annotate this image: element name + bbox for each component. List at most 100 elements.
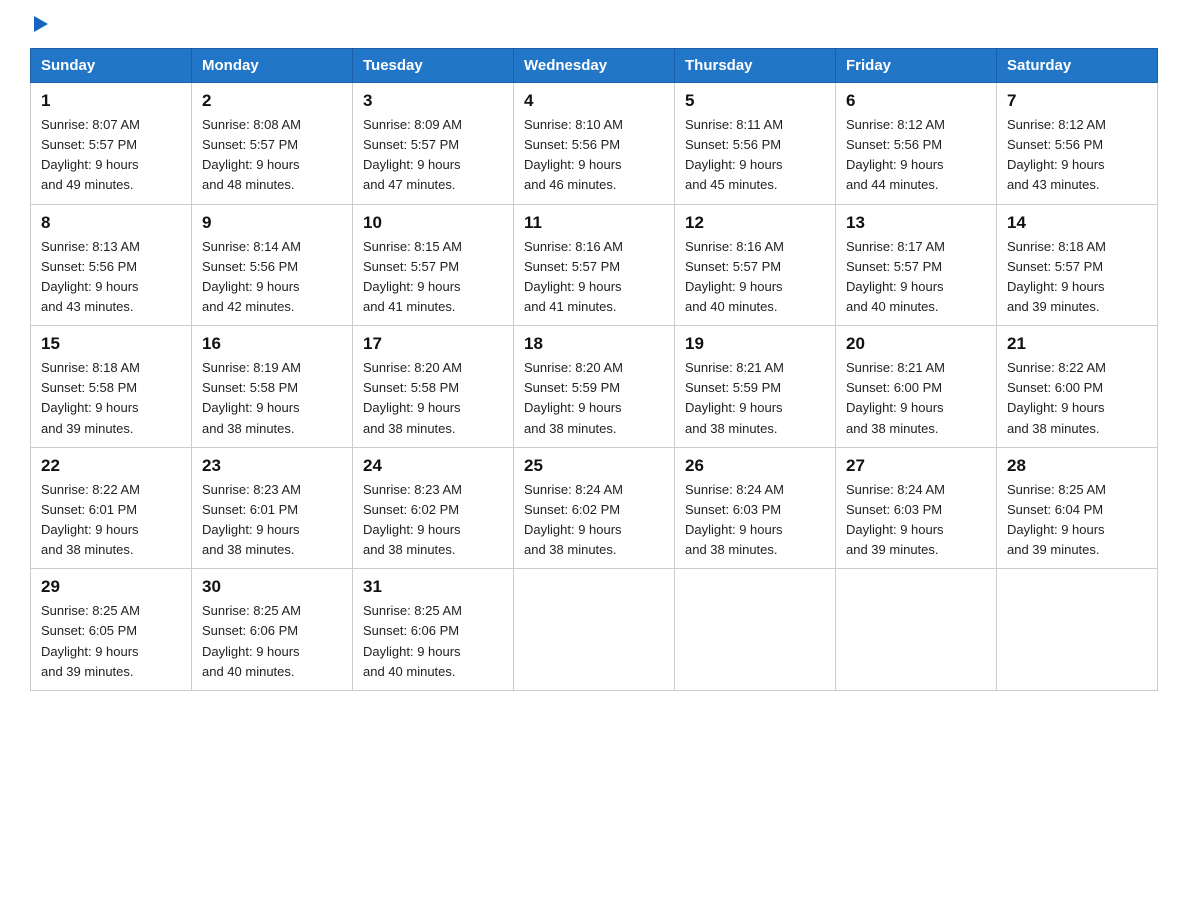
day-info: Sunrise: 8:25 AMSunset: 6:06 PMDaylight:…: [363, 601, 503, 682]
day-number: 21: [1007, 334, 1147, 354]
calendar-cell: 11 Sunrise: 8:16 AMSunset: 5:57 PMDayligh…: [514, 204, 675, 326]
calendar-cell: 27 Sunrise: 8:24 AMSunset: 6:03 PMDayligh…: [836, 447, 997, 569]
calendar-cell: 19 Sunrise: 8:21 AMSunset: 5:59 PMDayligh…: [675, 326, 836, 448]
day-info: Sunrise: 8:14 AMSunset: 5:56 PMDaylight:…: [202, 237, 342, 318]
calendar-cell: 23 Sunrise: 8:23 AMSunset: 6:01 PMDayligh…: [192, 447, 353, 569]
calendar-cell: 30 Sunrise: 8:25 AMSunset: 6:06 PMDayligh…: [192, 569, 353, 691]
day-info: Sunrise: 8:24 AMSunset: 6:03 PMDaylight:…: [685, 480, 825, 561]
logo-arrow-icon: [34, 16, 48, 32]
day-number: 22: [41, 456, 181, 476]
calendar-cell: 17 Sunrise: 8:20 AMSunset: 5:58 PMDayligh…: [353, 326, 514, 448]
day-info: Sunrise: 8:18 AMSunset: 5:57 PMDaylight:…: [1007, 237, 1147, 318]
calendar-cell: 31 Sunrise: 8:25 AMSunset: 6:06 PMDayligh…: [353, 569, 514, 691]
day-number: 29: [41, 577, 181, 597]
day-number: 1: [41, 91, 181, 111]
day-number: 31: [363, 577, 503, 597]
header-tuesday: Tuesday: [353, 49, 514, 83]
calendar-cell: 20 Sunrise: 8:21 AMSunset: 6:00 PMDayligh…: [836, 326, 997, 448]
day-info: Sunrise: 8:09 AMSunset: 5:57 PMDaylight:…: [363, 115, 503, 196]
day-info: Sunrise: 8:17 AMSunset: 5:57 PMDaylight:…: [846, 237, 986, 318]
calendar-cell: 6 Sunrise: 8:12 AMSunset: 5:56 PMDaylight…: [836, 83, 997, 205]
day-info: Sunrise: 8:24 AMSunset: 6:02 PMDaylight:…: [524, 480, 664, 561]
day-info: Sunrise: 8:19 AMSunset: 5:58 PMDaylight:…: [202, 358, 342, 439]
day-number: 12: [685, 213, 825, 233]
day-number: 4: [524, 91, 664, 111]
day-number: 9: [202, 213, 342, 233]
logo: [30, 20, 48, 28]
day-number: 11: [524, 213, 664, 233]
day-info: Sunrise: 8:23 AMSunset: 6:02 PMDaylight:…: [363, 480, 503, 561]
day-info: Sunrise: 8:20 AMSunset: 5:58 PMDaylight:…: [363, 358, 503, 439]
day-info: Sunrise: 8:12 AMSunset: 5:56 PMDaylight:…: [846, 115, 986, 196]
day-number: 6: [846, 91, 986, 111]
calendar-cell: 2 Sunrise: 8:08 AMSunset: 5:57 PMDaylight…: [192, 83, 353, 205]
calendar-cell: 26 Sunrise: 8:24 AMSunset: 6:03 PMDayligh…: [675, 447, 836, 569]
calendar-cell: 13 Sunrise: 8:17 AMSunset: 5:57 PMDayligh…: [836, 204, 997, 326]
calendar-cell: 10Sunrise: 8:15 AMSunset: 5:57 PMDayligh…: [353, 204, 514, 326]
day-number: 17: [363, 334, 503, 354]
day-number: 30: [202, 577, 342, 597]
calendar-cell: [675, 569, 836, 691]
day-info: Sunrise: 8:16 AMSunset: 5:57 PMDaylight:…: [685, 237, 825, 318]
day-info: Sunrise: 8:24 AMSunset: 6:03 PMDaylight:…: [846, 480, 986, 561]
header-wednesday: Wednesday: [514, 49, 675, 83]
day-info: Sunrise: 8:25 AMSunset: 6:06 PMDaylight:…: [202, 601, 342, 682]
page-header: [30, 20, 1158, 28]
logo-line1: [30, 20, 48, 32]
day-number: 25: [524, 456, 664, 476]
day-number: 15: [41, 334, 181, 354]
calendar-header: SundayMondayTuesdayWednesdayThursdayFrid…: [31, 49, 1158, 83]
day-info: Sunrise: 8:23 AMSunset: 6:01 PMDaylight:…: [202, 480, 342, 561]
calendar-cell: 28 Sunrise: 8:25 AMSunset: 6:04 PMDayligh…: [997, 447, 1158, 569]
day-info: Sunrise: 8:08 AMSunset: 5:57 PMDaylight:…: [202, 115, 342, 196]
day-info: Sunrise: 8:25 AMSunset: 6:05 PMDaylight:…: [41, 601, 181, 682]
day-info: Sunrise: 8:21 AMSunset: 6:00 PMDaylight:…: [846, 358, 986, 439]
header-row: SundayMondayTuesdayWednesdayThursdayFrid…: [31, 49, 1158, 83]
day-number: 24: [363, 456, 503, 476]
day-number: 19: [685, 334, 825, 354]
day-info: Sunrise: 8:21 AMSunset: 5:59 PMDaylight:…: [685, 358, 825, 439]
day-info: Sunrise: 8:20 AMSunset: 5:59 PMDaylight:…: [524, 358, 664, 439]
day-info: Sunrise: 8:22 AMSunset: 6:01 PMDaylight:…: [41, 480, 181, 561]
day-number: 23: [202, 456, 342, 476]
calendar-cell: 4 Sunrise: 8:10 AMSunset: 5:56 PMDaylight…: [514, 83, 675, 205]
header-thursday: Thursday: [675, 49, 836, 83]
calendar-cell: 1 Sunrise: 8:07 AMSunset: 5:57 PMDaylight…: [31, 83, 192, 205]
day-number: 2: [202, 91, 342, 111]
calendar-cell: 15 Sunrise: 8:18 AMSunset: 5:58 PMDayligh…: [31, 326, 192, 448]
day-info: Sunrise: 8:11 AMSunset: 5:56 PMDaylight:…: [685, 115, 825, 196]
day-number: 20: [846, 334, 986, 354]
week-row-2: 8 Sunrise: 8:13 AMSunset: 5:56 PMDaylight…: [31, 204, 1158, 326]
day-info: Sunrise: 8:18 AMSunset: 5:58 PMDaylight:…: [41, 358, 181, 439]
day-number: 3: [363, 91, 503, 111]
day-number: 18: [524, 334, 664, 354]
calendar-cell: 7Sunrise: 8:12 AMSunset: 5:56 PMDaylight…: [997, 83, 1158, 205]
calendar-cell: [836, 569, 997, 691]
day-number: 28: [1007, 456, 1147, 476]
day-number: 7: [1007, 91, 1147, 111]
day-number: 27: [846, 456, 986, 476]
calendar-cell: 22 Sunrise: 8:22 AMSunset: 6:01 PMDayligh…: [31, 447, 192, 569]
day-number: 16: [202, 334, 342, 354]
day-number: 26: [685, 456, 825, 476]
day-info: Sunrise: 8:22 AMSunset: 6:00 PMDaylight:…: [1007, 358, 1147, 439]
calendar-cell: [514, 569, 675, 691]
day-number: 13: [846, 213, 986, 233]
calendar-cell: 3 Sunrise: 8:09 AMSunset: 5:57 PMDaylight…: [353, 83, 514, 205]
day-info: Sunrise: 8:25 AMSunset: 6:04 PMDaylight:…: [1007, 480, 1147, 561]
calendar-cell: 14 Sunrise: 8:18 AMSunset: 5:57 PMDayligh…: [997, 204, 1158, 326]
week-row-1: 1 Sunrise: 8:07 AMSunset: 5:57 PMDaylight…: [31, 83, 1158, 205]
week-row-3: 15 Sunrise: 8:18 AMSunset: 5:58 PMDayligh…: [31, 326, 1158, 448]
header-friday: Friday: [836, 49, 997, 83]
day-number: 8: [41, 213, 181, 233]
day-number: 5: [685, 91, 825, 111]
day-info: Sunrise: 8:10 AMSunset: 5:56 PMDaylight:…: [524, 115, 664, 196]
day-info: Sunrise: 8:16 AMSunset: 5:57 PMDaylight:…: [524, 237, 664, 318]
calendar-table: SundayMondayTuesdayWednesdayThursdayFrid…: [30, 48, 1158, 691]
day-info: Sunrise: 8:13 AMSunset: 5:56 PMDaylight:…: [41, 237, 181, 318]
calendar-cell: 29 Sunrise: 8:25 AMSunset: 6:05 PMDayligh…: [31, 569, 192, 691]
header-saturday: Saturday: [997, 49, 1158, 83]
day-info: Sunrise: 8:07 AMSunset: 5:57 PMDaylight:…: [41, 115, 181, 196]
day-info: Sunrise: 8:15 AMSunset: 5:57 PMDaylight:…: [363, 237, 503, 318]
day-number: 14: [1007, 213, 1147, 233]
